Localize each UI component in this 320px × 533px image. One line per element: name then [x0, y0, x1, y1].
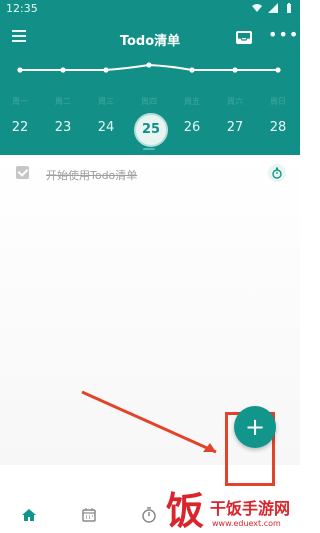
date-strip: 22 23 24 25 26 27 28 — [0, 113, 300, 147]
date-cell[interactable]: 24 — [91, 120, 121, 135]
app-bar: Todo清单 ••• — [0, 18, 300, 58]
weekday-label: 周六 — [227, 97, 243, 106]
home-icon[interactable] — [20, 506, 38, 524]
trend-point — [17, 67, 23, 73]
trend-point — [146, 62, 152, 68]
inbox-icon[interactable] — [235, 29, 253, 45]
weekday-label: 周五 — [184, 97, 200, 106]
task-row[interactable]: 开始使用Todo清单 — [0, 155, 300, 193]
date-cell[interactable]: 26 — [177, 120, 207, 135]
date-cell[interactable]: 28 — [263, 120, 293, 135]
weekday-label: 周二 — [55, 97, 71, 106]
weekday-label: 周三 — [98, 97, 114, 106]
date-cell-selected[interactable]: 25 — [134, 113, 168, 147]
trend-point — [60, 67, 66, 73]
trend-point — [103, 67, 109, 73]
status-bar: 12:35 — [0, 0, 300, 18]
more-options-button[interactable]: ••• — [268, 27, 298, 43]
trend-chart — [17, 62, 281, 73]
task-timer-button[interactable] — [268, 164, 286, 182]
signal-icon — [268, 3, 278, 13]
watermark-url: www.eduext.com — [212, 519, 281, 528]
calendar-icon[interactable] — [80, 506, 98, 524]
stopwatch-icon — [272, 167, 282, 179]
task-title: 开始使用Todo清单 — [46, 169, 138, 182]
date-cell[interactable]: 22 — [5, 120, 35, 135]
wifi-icon — [252, 4, 262, 12]
battery-icon — [287, 3, 291, 13]
watermark-logo: 饭 — [166, 489, 205, 533]
trend-point — [232, 67, 238, 73]
task-checkbox[interactable] — [16, 166, 29, 179]
watermark-text: 干饭手游网 — [210, 499, 291, 518]
status-time: 12:35 — [6, 2, 38, 15]
drag-handle[interactable] — [143, 148, 155, 150]
weekday-label: 周四 — [141, 97, 157, 106]
trend-point — [275, 67, 281, 73]
date-cell[interactable]: 27 — [220, 120, 250, 135]
status-icons — [252, 3, 294, 13]
trend-point — [189, 67, 195, 73]
weekday-labels: 周一 周二 周三 周四 周五 周六 周日 — [0, 96, 300, 112]
header: Todo清单 ••• 周一 周二 周三 周四 周五 周六 周日 22 23 24… — [0, 18, 300, 155]
add-task-button[interactable]: + — [234, 406, 276, 448]
stopwatch-icon[interactable] — [140, 506, 158, 524]
weekday-label: 周一 — [12, 97, 28, 106]
date-cell[interactable]: 23 — [48, 120, 78, 135]
page-title: Todo清单 — [119, 34, 181, 49]
weekday-label: 周日 — [270, 97, 286, 106]
